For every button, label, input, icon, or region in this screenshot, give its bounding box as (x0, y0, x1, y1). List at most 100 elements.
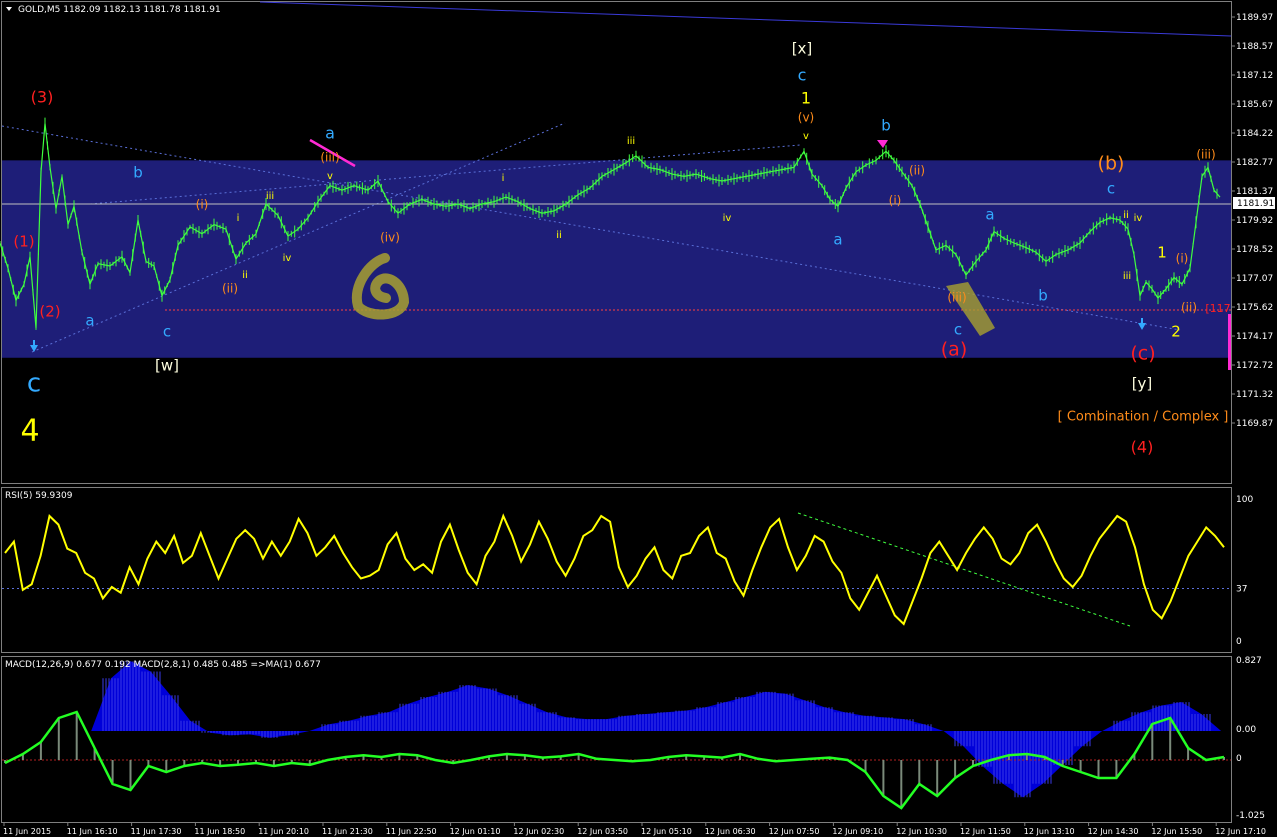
wave-label: (2) (39, 303, 60, 321)
rsi-y-axis: 100 37 0 (1236, 495, 1253, 647)
wave-label: (v) (798, 111, 814, 125)
macd-y-tick-label: 0.827 (1236, 656, 1262, 666)
price-y-tick-label: 1188.57 (1236, 42, 1273, 52)
time-axis: 11 Jun 2015 11 Jun 16:10 11 Jun 17:30 11 Ju… (3, 822, 1266, 836)
wave-label: v (327, 171, 333, 182)
price-y-tick-label: 1178.52 (1236, 245, 1273, 255)
wave-label: b (133, 164, 143, 182)
wave-label: (c) (1130, 343, 1155, 365)
macd-header: MACD(12,26,9) 0.677 0.192 MACD(2,8,1) 0.… (5, 660, 321, 670)
rsi-series (4, 513, 1225, 626)
rsi-header: RSI(5) 59.9309 (5, 491, 73, 501)
rsi-trendline (797, 512, 1131, 627)
price-y-tick-label: 1171.32 (1236, 390, 1273, 400)
macd-panel[interactable]: 0.827 0.00 0 -1.025 MACD(12,26,9) 0.677 0.1… (1, 656, 1266, 823)
price-y-axis: 1189.97 1188.57 1187.12 1185.67 1184.22 1182.… (1231, 13, 1275, 429)
wave-label: [117 (1205, 302, 1230, 315)
wave-label: [w] (155, 357, 179, 375)
wave-label: (iv) (380, 231, 400, 245)
macd-y-tick-label: -1.025 (1236, 811, 1265, 821)
time-tick-label: 12 Jun 03:50 (577, 827, 628, 836)
time-tick-label: 11 Jun 21:30 (322, 827, 373, 836)
price-y-tick-label: 1184.22 (1236, 129, 1273, 139)
price-y-tick-label: 1179.92 (1236, 216, 1273, 226)
time-tick-label: 11 Jun 18:50 (194, 827, 245, 836)
wave-label: (i) (196, 198, 209, 212)
price-panel[interactable]: (3)(1)(2)c4abc[w](i)(ii)iiiiiiiva(iii)v(… (0, 1, 1275, 484)
wave-label: (4) (1131, 438, 1154, 457)
wave-label: (ii) (1181, 301, 1197, 315)
time-tick-label: 11 Jun 22:50 (386, 827, 437, 836)
wave-label: c (1107, 180, 1115, 198)
price-y-tick-label: 1187.12 (1236, 71, 1273, 81)
time-tick-label: 12 Jun 13:10 (1024, 827, 1075, 836)
wave-label: (iii) (947, 291, 966, 305)
macd-y-axis: 0.827 0.00 0 -1.025 (1236, 656, 1265, 821)
wave-label: 1 (801, 89, 811, 108)
wave-label: (ii) (222, 282, 238, 296)
wave-label: iii (266, 191, 274, 202)
wave-label: c (27, 369, 41, 399)
time-tick-label: 12 Jun 07:50 (769, 827, 820, 836)
macd-y-tick-label: 0 (1236, 754, 1242, 764)
pink-bar-marker (1228, 314, 1231, 370)
wave-label: (3) (31, 88, 54, 107)
wave-label: 1 (1157, 244, 1167, 262)
time-tick-label: 12 Jun 17:10 (1215, 827, 1266, 836)
macd-y-tick-label: 0.00 (1236, 725, 1256, 735)
wave-label: a (833, 231, 842, 249)
time-tick-label: 12 Jun 01:10 (450, 827, 501, 836)
price-y-tick-label: 1185.67 (1236, 100, 1273, 110)
wave-label: iii (627, 136, 635, 147)
wave-label: ii (1123, 210, 1129, 221)
rsi-panel[interactable]: 100 37 0 RSI(5) 59.9309 (1, 487, 1254, 653)
time-tick-label: 11 Jun 17:30 (131, 827, 182, 836)
wave-label: iv (283, 253, 292, 264)
wave-label: 2 (1171, 323, 1181, 341)
wave-label: ii (242, 270, 248, 281)
wave-label: (a) (941, 339, 967, 361)
wave-label: a (85, 312, 94, 330)
time-tick-label: 12 Jun 14:30 (1088, 827, 1139, 836)
wave-label: (iii) (320, 151, 339, 165)
symbol-header: GOLD,M5 1182.09 1182.13 1181.78 1181.91 (18, 5, 221, 15)
wave-label: (i) (889, 194, 902, 208)
wave-label: (i) (1176, 252, 1189, 266)
macd-histogram (2, 661, 1231, 810)
time-tick-label: 12 Jun 06:30 (705, 827, 756, 836)
rsi-panel-border (1, 487, 1232, 653)
time-tick-label: 11 Jun 16:10 (67, 827, 118, 836)
wave-label: iv (1134, 213, 1143, 224)
wave-label: 4 (20, 414, 39, 449)
price-y-tick-label: 1182.77 (1236, 158, 1273, 168)
wave-label: v (803, 131, 809, 142)
time-tick-label: 12 Jun 11:50 (960, 827, 1011, 836)
price-y-tick-label: 1189.97 (1236, 13, 1273, 23)
wave-label: b (1038, 287, 1048, 305)
price-y-tick-label: 1169.87 (1236, 419, 1273, 429)
wave-label: (iii) (1196, 148, 1215, 162)
time-tick-label: 12 Jun 05:10 (641, 827, 692, 836)
wave-label: i (502, 173, 505, 184)
rsi-line (2, 512, 1231, 627)
price-y-tick-label: 1174.17 (1236, 332, 1273, 342)
wave-label: c (798, 66, 807, 85)
trading-chart: (3)(1)(2)c4abc[w](i)(ii)iiiiiiiva(iii)v(… (0, 1, 1275, 836)
wave-label: b (881, 117, 891, 135)
time-tick-label: 11 Jun 2015 (3, 827, 51, 836)
upper-trendline (259, 1, 1232, 37)
range-box (2, 160, 1231, 358)
wave-label: (ii) (909, 164, 925, 178)
time-tick-label: 12 Jun 09:10 (832, 827, 883, 836)
wave-label: a (325, 124, 335, 143)
wave-label: [x] (792, 40, 813, 58)
wave-label: [ Combination / Complex ] (1058, 410, 1229, 425)
collapse-arrow-icon[interactable] (6, 7, 12, 11)
time-tick-label: 12 Jun 15:50 (1151, 827, 1202, 836)
wave-label: iii (1123, 271, 1131, 282)
wave-label: (b) (1098, 153, 1125, 175)
time-tick-label: 12 Jun 02:30 (513, 827, 564, 836)
wave-label: i (237, 213, 240, 224)
wave-label: (1) (13, 233, 34, 251)
wave-label: c (163, 323, 171, 341)
